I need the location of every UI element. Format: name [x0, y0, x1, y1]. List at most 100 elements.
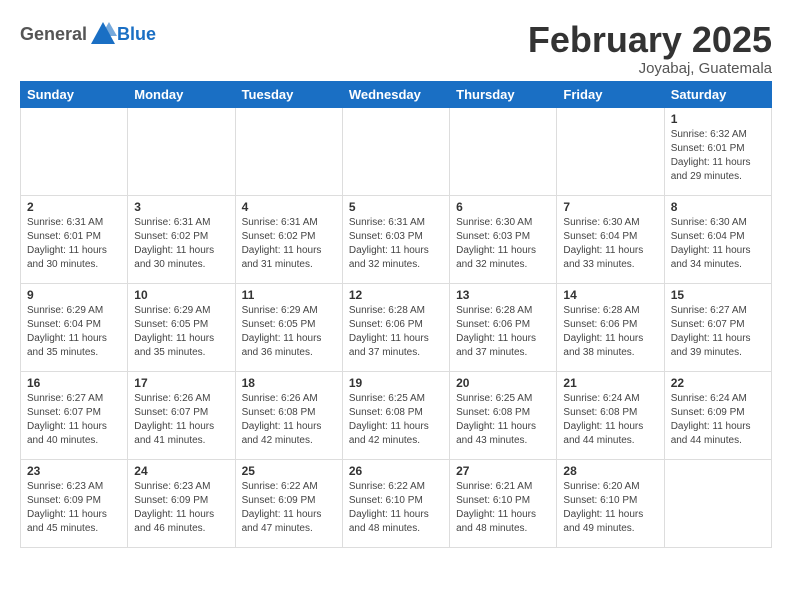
day-number: 2 — [27, 200, 121, 214]
calendar-table: SundayMondayTuesdayWednesdayThursdayFrid… — [20, 81, 772, 548]
day-cell — [450, 107, 557, 195]
day-info: Sunrise: 6:24 AM Sunset: 6:09 PM Dayligh… — [671, 392, 765, 448]
week-row-5: 23 Sunrise: 6:23 AM Sunset: 6:09 PM Dayli… — [21, 459, 772, 547]
weekday-header-monday: Monday — [128, 81, 235, 107]
day-number: 24 — [134, 464, 228, 478]
day-number: 17 — [134, 376, 228, 390]
day-cell: 28 Sunrise: 6:20 AM Sunset: 6:10 PM Dayli… — [557, 459, 664, 547]
day-cell: 13 Sunrise: 6:28 AM Sunset: 6:06 PM Dayli… — [450, 283, 557, 371]
day-number: 12 — [349, 288, 443, 302]
day-cell: 3 Sunrise: 6:31 AM Sunset: 6:02 PM Daylig… — [128, 195, 235, 283]
weekday-header-friday: Friday — [557, 81, 664, 107]
day-cell: 10 Sunrise: 6:29 AM Sunset: 6:05 PM Dayli… — [128, 283, 235, 371]
day-cell: 18Sunrise: 6:26 AM Sunset: 6:08 PM Dayli… — [235, 371, 342, 459]
day-info: Sunrise: 6:30 AM Sunset: 6:03 PM Dayligh… — [456, 216, 550, 272]
day-cell: 7 Sunrise: 6:30 AM Sunset: 6:04 PM Daylig… — [557, 195, 664, 283]
week-row-3: 9 Sunrise: 6:29 AM Sunset: 6:04 PM Daylig… — [21, 283, 772, 371]
day-number: 19 — [349, 376, 443, 390]
day-number: 26 — [349, 464, 443, 478]
day-number: 4 — [242, 200, 336, 214]
day-info: Sunrise: 6:31 AM Sunset: 6:01 PM Dayligh… — [27, 216, 121, 272]
page-header: General Blue February 2025 Joyabaj, Guat… — [20, 20, 772, 77]
weekday-header-saturday: Saturday — [664, 81, 771, 107]
day-info: Sunrise: 6:23 AM Sunset: 6:09 PM Dayligh… — [134, 480, 228, 536]
day-cell: 15 Sunrise: 6:27 AM Sunset: 6:07 PM Dayli… — [664, 283, 771, 371]
day-info: Sunrise: 6:32 AM Sunset: 6:01 PM Dayligh… — [671, 128, 765, 184]
day-info: Sunrise: 6:31 AM Sunset: 6:03 PM Dayligh… — [349, 216, 443, 272]
day-number: 14 — [563, 288, 657, 302]
day-number: 15 — [671, 288, 765, 302]
day-cell: 12 Sunrise: 6:28 AM Sunset: 6:06 PM Dayli… — [342, 283, 449, 371]
day-cell: 20 Sunrise: 6:25 AM Sunset: 6:08 PM Dayli… — [450, 371, 557, 459]
day-number: 22 — [671, 376, 765, 390]
day-cell: 23 Sunrise: 6:23 AM Sunset: 6:09 PM Dayli… — [21, 459, 128, 547]
weekday-header-sunday: Sunday — [21, 81, 128, 107]
location: Joyabaj, Guatemala — [528, 60, 772, 77]
day-number: 7 — [563, 200, 657, 214]
day-info: Sunrise: 6:27 AM Sunset: 6:07 PM Dayligh… — [27, 392, 121, 448]
day-cell: 4 Sunrise: 6:31 AM Sunset: 6:02 PM Daylig… — [235, 195, 342, 283]
day-info: Sunrise: 6:28 AM Sunset: 6:06 PM Dayligh… — [563, 304, 657, 360]
day-cell — [128, 107, 235, 195]
day-number: 5 — [349, 200, 443, 214]
weekday-header-row: SundayMondayTuesdayWednesdayThursdayFrid… — [21, 81, 772, 107]
day-number: 20 — [456, 376, 550, 390]
day-cell: 27 Sunrise: 6:21 AM Sunset: 6:10 PM Dayli… — [450, 459, 557, 547]
logo-icon — [89, 20, 117, 48]
day-info: Sunrise: 6:29 AM Sunset: 6:04 PM Dayligh… — [27, 304, 121, 360]
day-number: 27 — [456, 464, 550, 478]
day-info: Sunrise: 6:20 AM Sunset: 6:10 PM Dayligh… — [563, 480, 657, 536]
day-info: Sunrise: 6:22 AM Sunset: 6:09 PM Dayligh… — [242, 480, 336, 536]
day-number: 3 — [134, 200, 228, 214]
day-info: Sunrise: 6:24 AM Sunset: 6:08 PM Dayligh… — [563, 392, 657, 448]
day-info: Sunrise: 6:21 AM Sunset: 6:10 PM Dayligh… — [456, 480, 550, 536]
day-number: 21 — [563, 376, 657, 390]
day-cell: 26 Sunrise: 6:22 AM Sunset: 6:10 PM Dayli… — [342, 459, 449, 547]
day-info: Sunrise: 6:28 AM Sunset: 6:06 PM Dayligh… — [456, 304, 550, 360]
day-number: 9 — [27, 288, 121, 302]
day-cell: 1 Sunrise: 6:32 AM Sunset: 6:01 PM Daylig… — [664, 107, 771, 195]
day-number: 10 — [134, 288, 228, 302]
day-info: Sunrise: 6:27 AM Sunset: 6:07 PM Dayligh… — [671, 304, 765, 360]
day-info: Sunrise: 6:29 AM Sunset: 6:05 PM Dayligh… — [242, 304, 336, 360]
day-cell — [21, 107, 128, 195]
day-cell — [664, 459, 771, 547]
day-number: 11 — [242, 288, 336, 302]
logo-blue: Blue — [117, 24, 156, 45]
day-number: 13 — [456, 288, 550, 302]
day-info: Sunrise: 6:30 AM Sunset: 6:04 PM Dayligh… — [671, 216, 765, 272]
day-number: 1 — [671, 112, 765, 126]
day-number: 28 — [563, 464, 657, 478]
day-cell — [235, 107, 342, 195]
week-row-2: 2 Sunrise: 6:31 AM Sunset: 6:01 PM Daylig… — [21, 195, 772, 283]
day-number: 8 — [671, 200, 765, 214]
day-info: Sunrise: 6:30 AM Sunset: 6:04 PM Dayligh… — [563, 216, 657, 272]
day-cell — [342, 107, 449, 195]
day-cell — [557, 107, 664, 195]
day-cell: 9 Sunrise: 6:29 AM Sunset: 6:04 PM Daylig… — [21, 283, 128, 371]
day-info: Sunrise: 6:31 AM Sunset: 6:02 PM Dayligh… — [134, 216, 228, 272]
day-info: Sunrise: 6:26 AM Sunset: 6:07 PM Dayligh… — [134, 392, 228, 448]
weekday-header-thursday: Thursday — [450, 81, 557, 107]
day-info: Sunrise: 6:25 AM Sunset: 6:08 PM Dayligh… — [456, 392, 550, 448]
day-info: Sunrise: 6:25 AM Sunset: 6:08 PM Dayligh… — [349, 392, 443, 448]
logo: General Blue — [20, 20, 156, 48]
weekday-header-wednesday: Wednesday — [342, 81, 449, 107]
day-info: Sunrise: 6:29 AM Sunset: 6:05 PM Dayligh… — [134, 304, 228, 360]
day-number: 25 — [242, 464, 336, 478]
title-area: February 2025 Joyabaj, Guatemala — [528, 20, 772, 77]
day-cell: 25 Sunrise: 6:22 AM Sunset: 6:09 PM Dayli… — [235, 459, 342, 547]
day-number: 18 — [242, 376, 336, 390]
day-info: Sunrise: 6:22 AM Sunset: 6:10 PM Dayligh… — [349, 480, 443, 536]
day-info: Sunrise: 6:31 AM Sunset: 6:02 PM Dayligh… — [242, 216, 336, 272]
day-cell: 8 Sunrise: 6:30 AM Sunset: 6:04 PM Daylig… — [664, 195, 771, 283]
day-cell: 5 Sunrise: 6:31 AM Sunset: 6:03 PM Daylig… — [342, 195, 449, 283]
day-number: 6 — [456, 200, 550, 214]
weekday-header-tuesday: Tuesday — [235, 81, 342, 107]
day-cell: 6 Sunrise: 6:30 AM Sunset: 6:03 PM Daylig… — [450, 195, 557, 283]
day-cell: 17 Sunrise: 6:26 AM Sunset: 6:07 PM Dayli… — [128, 371, 235, 459]
day-info: Sunrise: 6:23 AM Sunset: 6:09 PM Dayligh… — [27, 480, 121, 536]
logo-general: General — [20, 24, 87, 45]
day-number: 23 — [27, 464, 121, 478]
day-info: Sunrise: 6:28 AM Sunset: 6:06 PM Dayligh… — [349, 304, 443, 360]
